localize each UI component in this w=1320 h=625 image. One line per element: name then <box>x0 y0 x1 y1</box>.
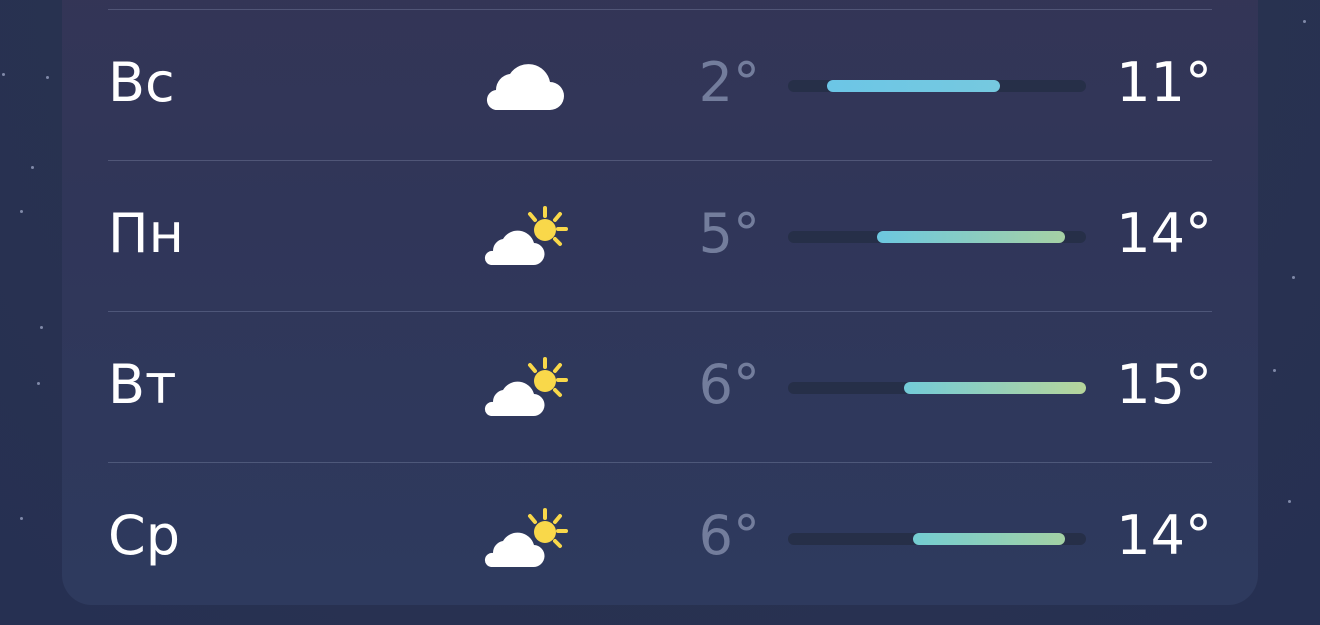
partly-sunny-icon <box>480 205 580 275</box>
partly-sunny-icon <box>480 356 580 426</box>
background-star <box>40 326 43 329</box>
forecast-row[interactable]: Ср 6° 14° <box>108 463 1212 613</box>
forecast-row[interactable]: Вт 6° 15° <box>108 312 1212 462</box>
forecast-row[interactable]: Пн 5° 14° <box>108 161 1212 311</box>
high-temp: 14° <box>1116 504 1212 567</box>
background-star <box>1303 20 1306 23</box>
day-label: Пн <box>108 202 184 265</box>
temp-range-fill <box>913 533 1066 545</box>
forecast-row[interactable]: Вс 2° 11° <box>108 10 1212 160</box>
background-star <box>31 166 34 169</box>
background-star <box>1273 369 1276 372</box>
cloud-icon <box>480 54 580 124</box>
temp-range-bar <box>788 382 1086 394</box>
temp-range-bar <box>788 533 1086 545</box>
background-star <box>1292 276 1295 279</box>
partly-sunny-icon <box>480 507 580 577</box>
background-star <box>1288 500 1291 503</box>
forecast-list: Вс 2° 11° Пн 5° 14° Вт 6° 15° Ср 6° 14° <box>108 9 1212 613</box>
temp-range-fill <box>826 80 1000 92</box>
low-temp: 6° <box>698 353 760 416</box>
day-label: Ср <box>108 504 180 567</box>
background-star <box>20 210 23 213</box>
low-temp: 6° <box>698 504 760 567</box>
low-temp: 2° <box>698 51 760 114</box>
high-temp: 15° <box>1116 353 1212 416</box>
background-star <box>37 382 40 385</box>
high-temp: 14° <box>1116 202 1212 265</box>
low-temp: 5° <box>698 202 760 265</box>
temp-range-fill <box>904 382 1086 394</box>
day-label: Вс <box>108 51 175 114</box>
background-star <box>20 517 23 520</box>
high-temp: 11° <box>1116 51 1212 114</box>
temp-range-fill <box>877 231 1066 243</box>
temp-range-bar <box>788 231 1086 243</box>
day-label: Вт <box>108 353 177 416</box>
background-star <box>2 73 5 76</box>
background-star <box>46 76 49 79</box>
temp-range-bar <box>788 80 1086 92</box>
